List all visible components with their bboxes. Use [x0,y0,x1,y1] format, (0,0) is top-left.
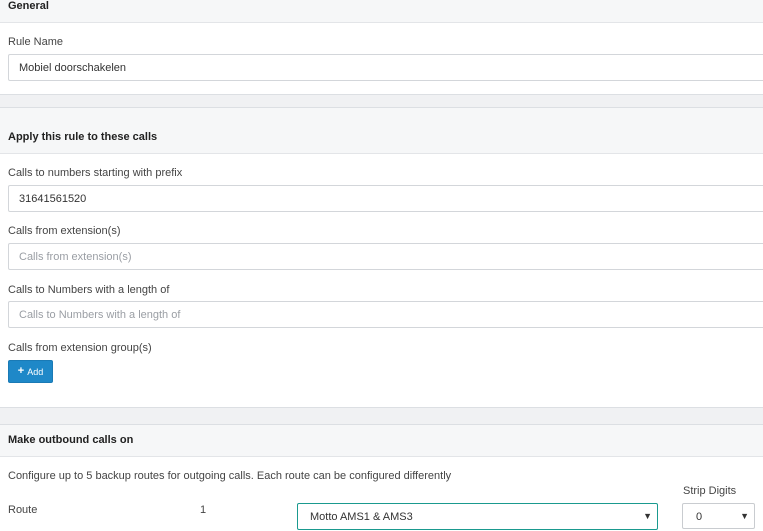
route-number: 1 [200,504,207,516]
general-section-header: General [0,0,763,23]
number-length-input[interactable] [8,301,763,328]
strip-digits-value: 0 [696,511,703,523]
caret-down-icon: ▼ [643,511,652,521]
outbound-heading: Make outbound calls on [8,434,134,446]
extension-group-label: Calls from extension group(s) [8,342,152,354]
general-heading: General [8,0,49,12]
route-select[interactable]: Motto AMS1 & AMS3 ▼ [297,503,658,530]
apply-section-header: Apply this rule to these calls [0,108,763,154]
add-extension-group-button[interactable]: + Add [8,360,53,383]
strip-digits-label: Strip Digits [683,485,737,497]
plus-icon: + [17,365,25,377]
route-select-value: Motto AMS1 & AMS3 [310,511,413,523]
outbound-section-header: Make outbound calls on [0,425,763,457]
from-extension-label: Calls from extension(s) [8,225,121,237]
rule-name-label: Rule Name [8,36,64,48]
from-extension-input[interactable] [8,243,763,270]
section-divider [0,407,763,425]
apply-heading: Apply this rule to these calls [8,131,158,143]
strip-digits-select[interactable]: 0 ▼ [682,503,755,529]
section-divider [0,94,763,108]
route-label: Route [8,504,38,516]
prefix-input[interactable] [8,185,763,212]
rule-name-input[interactable] [8,54,763,81]
caret-down-icon: ▼ [740,511,749,521]
outbound-description: Configure up to 5 backup routes for outg… [8,470,452,482]
number-length-label: Calls to Numbers with a length of [8,284,170,296]
prefix-label: Calls to numbers starting with prefix [8,167,183,179]
add-button-label: Add [27,366,44,377]
